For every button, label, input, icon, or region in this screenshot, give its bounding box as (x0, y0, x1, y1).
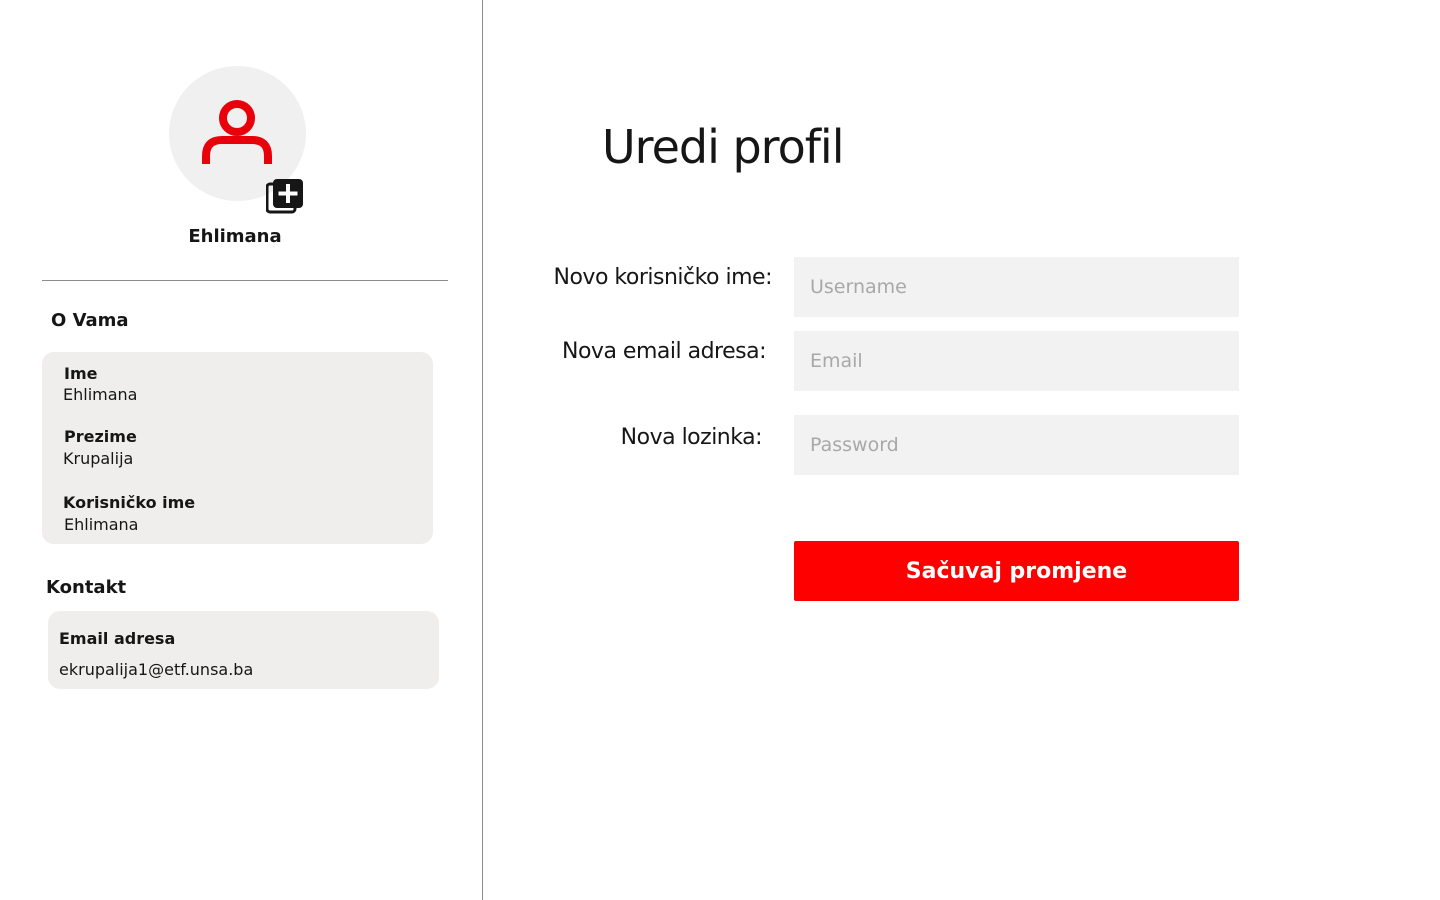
email-value: ekrupalija1@etf.unsa.ba (59, 660, 254, 679)
new-password-label: Nova lozinka: (620, 425, 763, 450)
profile-sidebar: Ehlimana O Vama Ime Ehlimana Prezime Kru… (0, 0, 483, 900)
first-name-label: Ime (64, 364, 98, 383)
about-card: Ime Ehlimana Prezime Krupalija Korisničk… (42, 352, 433, 544)
contact-card: Email adresa ekrupalija1@etf.unsa.ba (48, 611, 439, 689)
first-name-value: Ehlimana (63, 385, 138, 404)
email-label: Email adresa (59, 629, 176, 648)
contact-section-title: Kontakt (46, 577, 127, 598)
new-username-label: Novo korisničko ime: (553, 265, 773, 290)
save-changes-button[interactable]: Sačuvaj promjene (794, 541, 1239, 601)
add-box-icon (265, 179, 303, 214)
about-section-title: O Vama (51, 310, 129, 331)
page-title: Uredi profil (602, 120, 844, 174)
new-email-label: Nova email adresa: (562, 339, 766, 364)
last-name-label: Prezime (64, 427, 137, 446)
username-label: Korisničko ime (63, 493, 196, 512)
profile-username: Ehlimana (188, 226, 282, 247)
email-input[interactable] (794, 331, 1239, 391)
divider (42, 280, 448, 281)
add-photo-button[interactable] (265, 178, 304, 214)
username-input[interactable] (794, 257, 1239, 317)
user-icon (202, 100, 272, 164)
last-name-value: Krupalija (63, 449, 134, 468)
username-value: Ehlimana (64, 515, 139, 534)
password-input[interactable] (794, 415, 1239, 475)
